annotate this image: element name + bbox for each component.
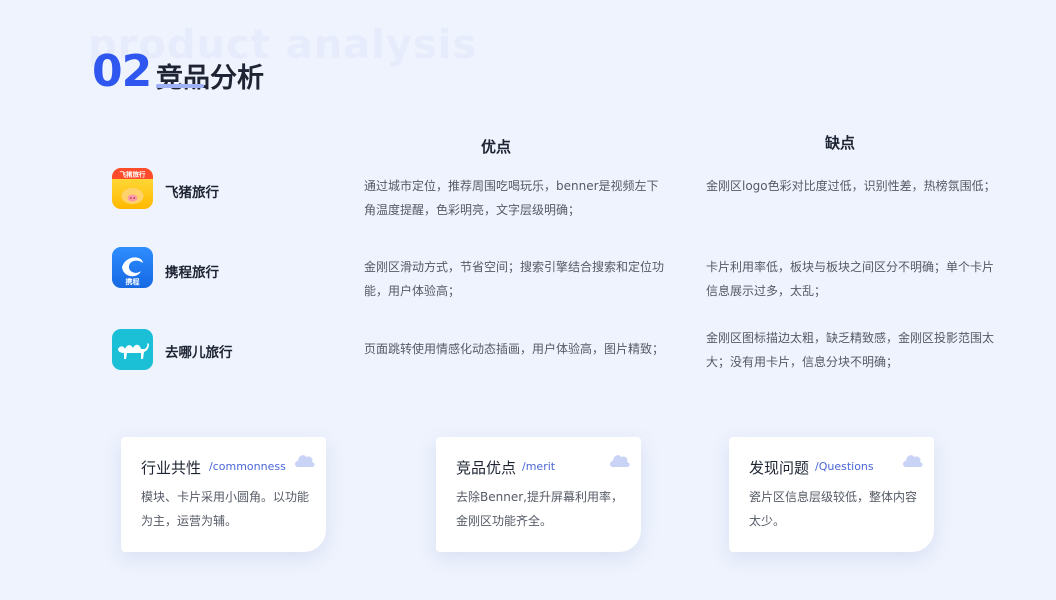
card-title: 竞品优点 [456, 459, 517, 477]
card-subtitle: /commonness [209, 460, 286, 473]
card-text: 模块、卡片采用小圆角。以功能为主，运营为辅。 [141, 490, 310, 528]
summary-card-questions: 发现问题 /Questions 瓷片区信息层级较低，整体内容太少。 [729, 437, 934, 552]
summary-card-merit: 竞品优点 /merit 去除Benner,提升屏幕利用率，金刚区功能齐全。 [436, 437, 641, 552]
card-title: 行业共性 [141, 459, 202, 477]
cloud-icon [294, 451, 316, 473]
pros-text-qunar: 页面跳转使用情感化动态插画，用户体验高，图片精致； [364, 342, 665, 356]
title-underline [156, 84, 204, 88]
pros-text-ctrip: 金刚区滑动方式，节省空间；搜索引擎结合搜索和定位功能，用户体验高； [364, 260, 665, 298]
app-name-ctrip: 携程旅行 [165, 265, 219, 281]
card-text: 瓷片区信息层级较低，整体内容太少。 [749, 490, 918, 528]
app-name-fliggy: 飞猪旅行 [165, 185, 219, 201]
column-header-cons: 缺点 [825, 134, 856, 152]
card-subtitle: /merit [522, 460, 556, 473]
ctrip-logo-icon[interactable]: 携程 [112, 247, 153, 288]
cons-text-ctrip: 卡片利用率低，板块与板块之间区分不明确；单个卡片信息展示过多，太乱； [706, 260, 995, 298]
pros-text-fliggy: 通过城市定位，推荐周围吃喝玩乐，benner是视频左下角温度提醒，色彩明亮，文字… [364, 179, 659, 217]
qunar-logo-icon[interactable] [112, 329, 153, 370]
cloud-icon [902, 451, 924, 473]
cons-text-qunar: 金刚区图标描边太粗，缺乏精致感，金刚区投影范围太大；没有用卡片，信息分块不明确； [706, 331, 995, 369]
summary-card-commonness: 行业共性 /commonness 模块、卡片采用小圆角。以功能为主，运营为辅。 [121, 437, 326, 552]
app-name-qunar: 去哪儿旅行 [165, 345, 233, 361]
cloud-icon [609, 451, 631, 473]
page-title: 竞品分析 [156, 63, 264, 94]
fliggy-logo-icon[interactable]: 飞猪旅行 [112, 168, 153, 209]
svg-text:飞猪旅行: 飞猪旅行 [120, 170, 147, 179]
card-text: 去除Benner,提升屏幕利用率，金刚区功能齐全。 [456, 490, 623, 528]
svg-text:携程: 携程 [126, 277, 140, 286]
section-number: 02 [92, 46, 152, 97]
column-header-pros: 优点 [481, 138, 512, 156]
card-title: 发现问题 [749, 459, 810, 477]
cons-text-fliggy: 金刚区logo色彩对比度过低，识别性差，热榜氛围低； [706, 179, 996, 193]
card-subtitle: /Questions [815, 460, 874, 473]
